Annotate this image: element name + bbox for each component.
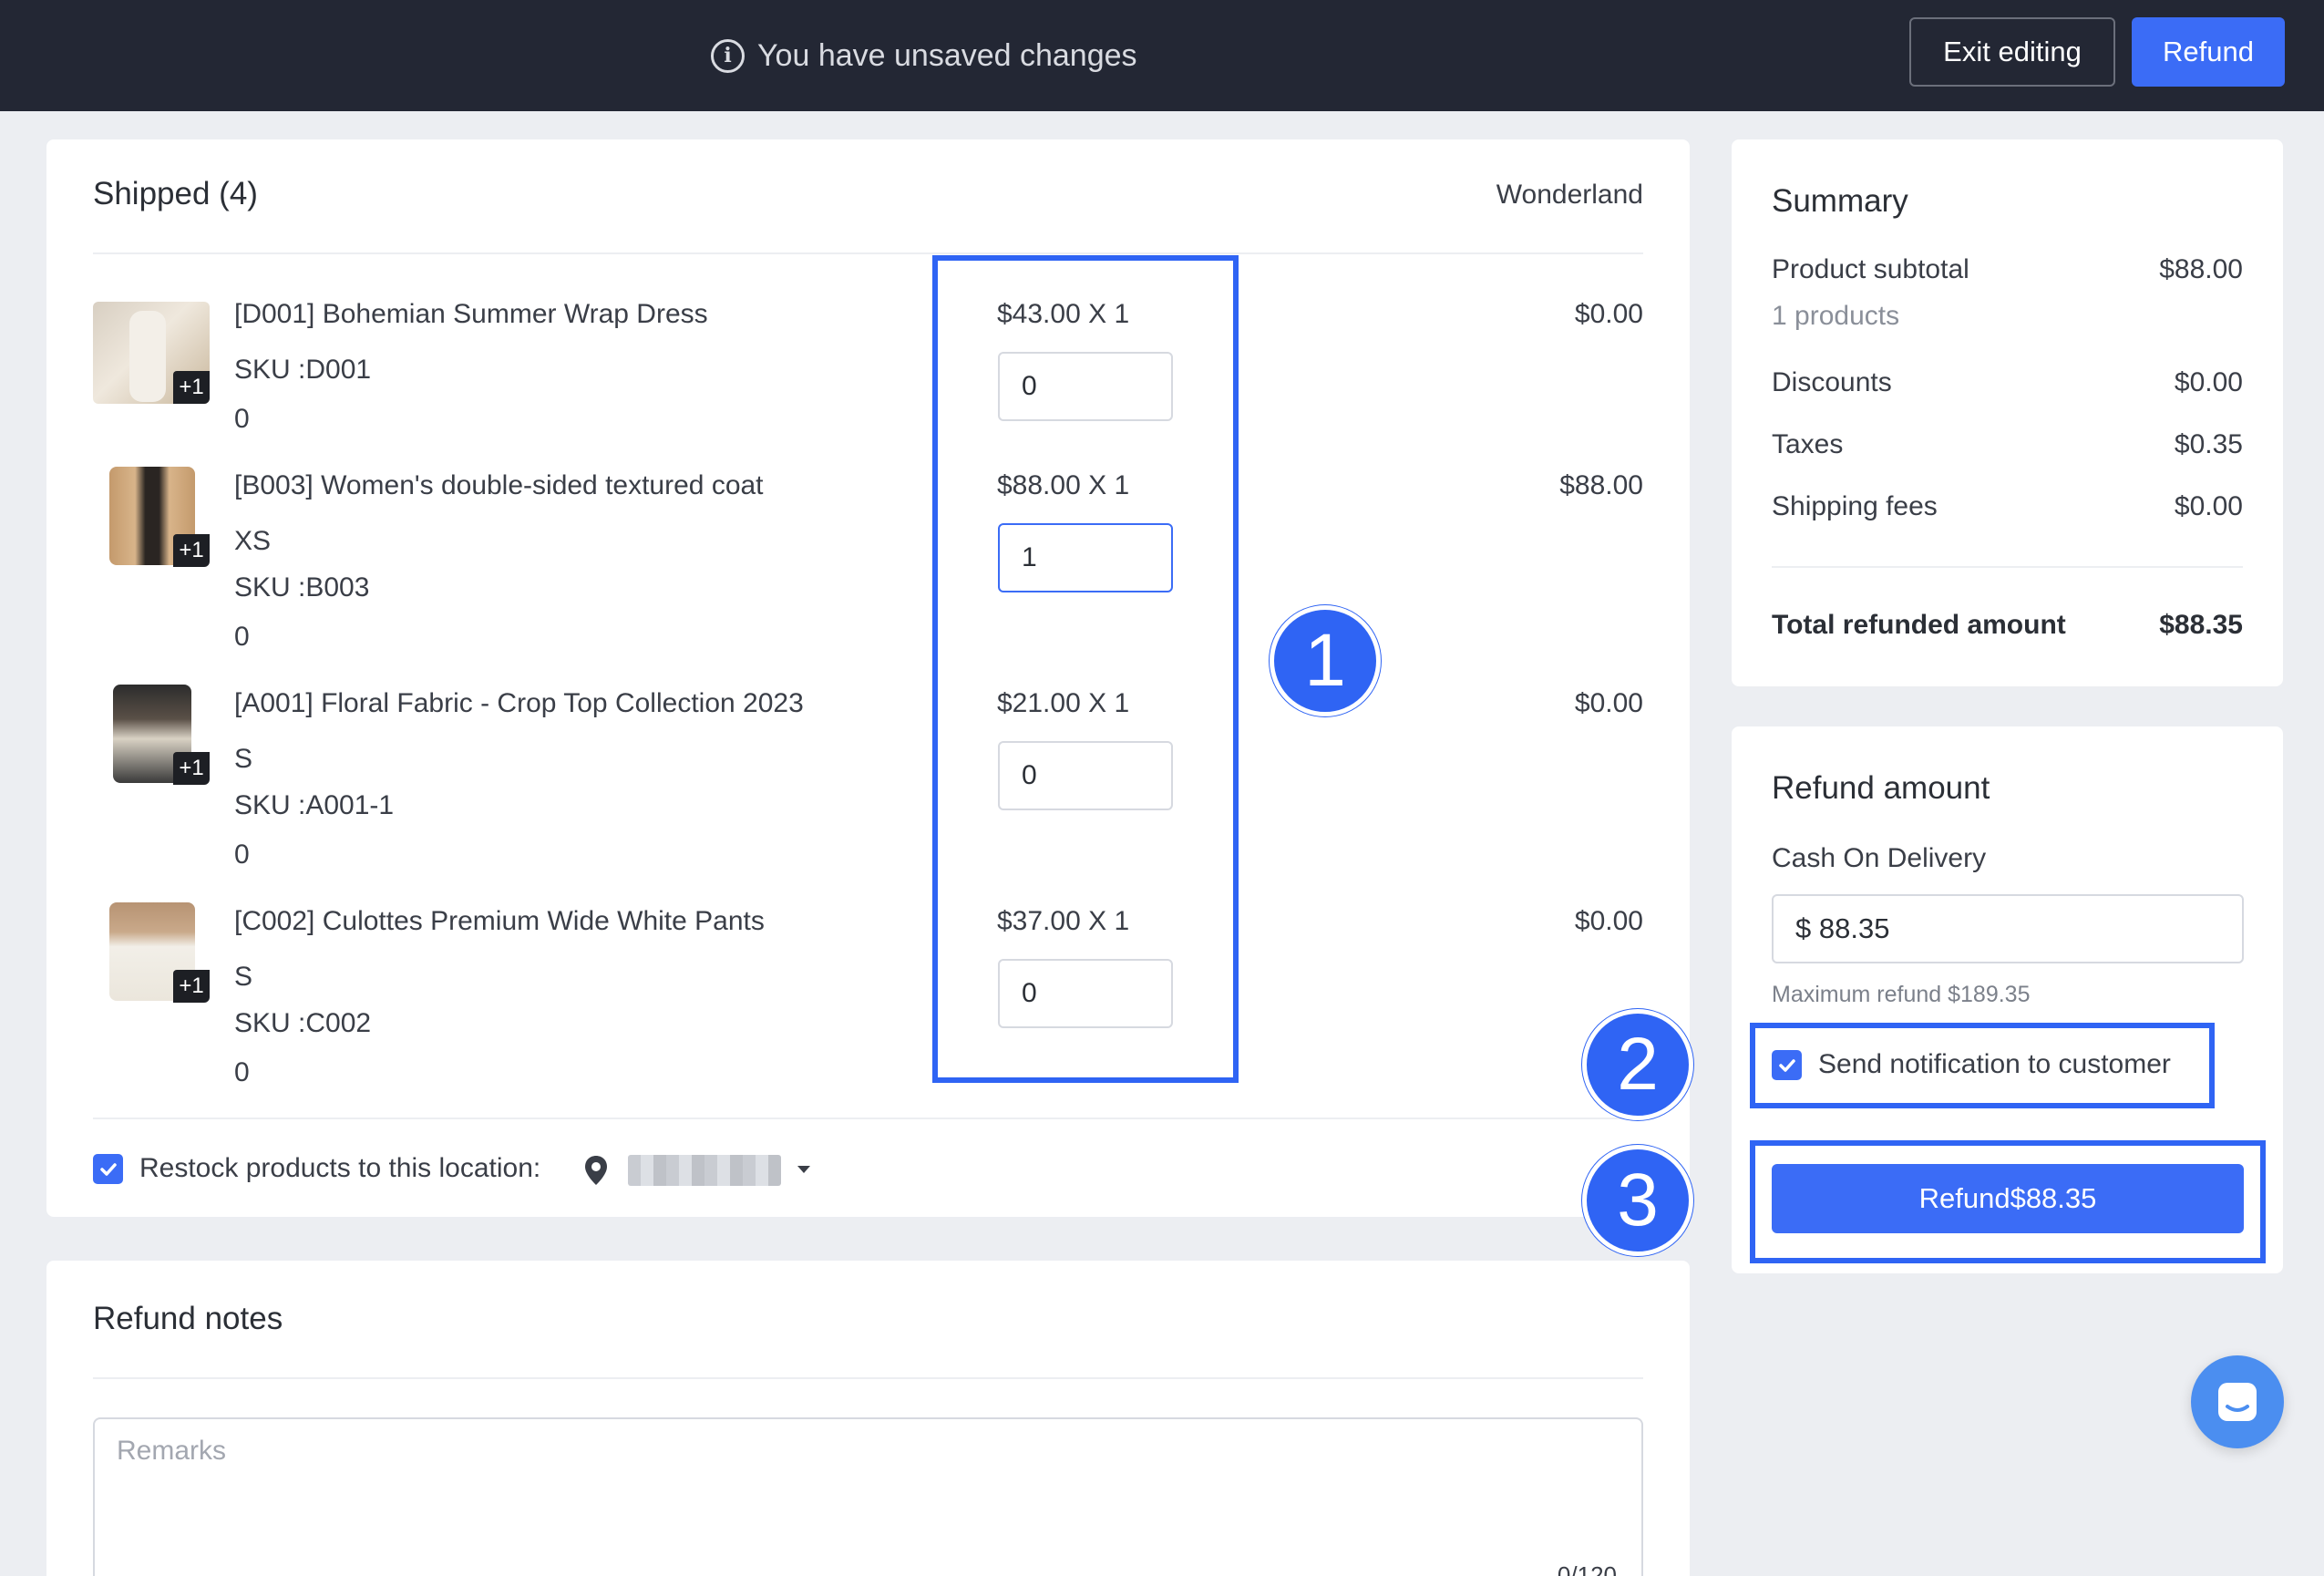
product-sku: SKU :C002 (234, 1008, 372, 1038)
shipped-card: Shipped (4) Wonderland +1 [D001] Bohemia… (46, 139, 1690, 1217)
restock-checkbox[interactable] (93, 1154, 123, 1184)
line-total: $0.00 (1574, 299, 1643, 329)
unsaved-changes-notice: i You have unsaved changes (711, 33, 1137, 78)
annotation-box-quantities (932, 255, 1239, 1083)
taxes-label: Taxes (1772, 429, 1844, 459)
character-counter: 0/120 (1557, 1561, 1617, 1576)
notes-divider (93, 1377, 1643, 1379)
refund-amount-input[interactable] (1772, 894, 2244, 963)
summary-title: Summary (1772, 183, 1908, 219)
product-variant: S (234, 744, 253, 774)
discounts-label: Discounts (1772, 367, 1892, 397)
shipping-fees-value: $0.00 (2174, 491, 2243, 521)
total-refunded-value: $88.35 (2159, 610, 2243, 640)
product-variant: S (234, 962, 253, 992)
refund-amount-title: Refund amount (1772, 770, 1990, 806)
product-stock: 0 (234, 840, 250, 870)
annotation-step-1: 1 (1270, 605, 1381, 716)
annotation-box-refund-button (1750, 1140, 2266, 1263)
restock-divider (93, 1118, 1643, 1119)
product-stock: 0 (234, 404, 250, 434)
product-variant: XS (234, 526, 272, 556)
product-name: [D001] Bohemian Summer Wrap Dress (234, 299, 708, 329)
line-total: $0.00 (1574, 688, 1643, 718)
annotation-box-notify (1750, 1023, 2215, 1108)
unsaved-changes-text: You have unsaved changes (757, 37, 1137, 73)
summary-divider (1772, 566, 2243, 568)
product-subtotal-value: $88.00 (2159, 254, 2243, 284)
fulfillment-location: Wonderland (1496, 180, 1643, 210)
product-sku: SKU :D001 (234, 355, 372, 385)
chevron-down-icon[interactable] (797, 1164, 811, 1175)
maximum-refund-hint: Maximum refund $189.35 (1772, 982, 2031, 1007)
product-subtotal-label: Product subtotal (1772, 254, 1969, 284)
product-stock: 0 (234, 1057, 250, 1087)
annotation-step-2: 2 (1582, 1009, 1693, 1120)
product-thumbnail: +1 (93, 683, 210, 785)
location-select[interactable] (628, 1155, 781, 1186)
location-pin-icon (585, 1156, 607, 1185)
header-divider (93, 252, 1643, 254)
product-name: [A001] Floral Fabric - Crop Top Collecti… (234, 688, 804, 718)
product-thumbnail: +1 (93, 302, 210, 404)
product-thumbnail: +1 (93, 465, 210, 567)
top-bar: i You have unsaved changes Exit editing … (0, 0, 2324, 111)
product-stock: 0 (234, 622, 250, 652)
products-count: 1 products (1772, 301, 1900, 331)
refund-notes-card: Refund notes 0/120 (46, 1261, 1690, 1576)
product-sku: SKU :B003 (234, 572, 370, 603)
check-icon (99, 1162, 117, 1176)
refund-top-button[interactable]: Refund (2132, 17, 2285, 87)
product-name: [C002] Culottes Premium Wide White Pants (234, 906, 765, 936)
line-total: $88.00 (1559, 470, 1643, 500)
discounts-value: $0.00 (2174, 367, 2243, 397)
info-icon: i (711, 38, 745, 73)
annotation-step-3: 3 (1582, 1145, 1693, 1256)
more-images-badge: +1 (173, 970, 210, 1003)
shipping-fees-label: Shipping fees (1772, 491, 1938, 521)
taxes-value: $0.35 (2174, 429, 2243, 459)
restock-label: Restock products to this location: (139, 1153, 541, 1183)
remarks-textarea[interactable] (93, 1417, 1643, 1576)
refund-method: Cash On Delivery (1772, 843, 1987, 873)
product-sku: SKU :A001-1 (234, 790, 395, 820)
chat-support-button[interactable] (2191, 1355, 2284, 1448)
refund-notes-title: Refund notes (93, 1301, 283, 1336)
exit-editing-button[interactable]: Exit editing (1909, 17, 2115, 87)
line-total: $0.00 (1574, 906, 1643, 936)
total-refunded-label: Total refunded amount (1772, 610, 2066, 640)
product-name: [B003] Women's double-sided textured coa… (234, 470, 764, 500)
more-images-badge: +1 (173, 752, 210, 785)
summary-card: Summary Product subtotal $88.00 1 produc… (1732, 139, 2283, 686)
shipped-title: Shipped (4) (93, 176, 258, 211)
product-thumbnail: +1 (93, 901, 210, 1003)
more-images-badge: +1 (173, 534, 210, 567)
more-images-badge: +1 (173, 371, 210, 404)
chat-icon (2218, 1383, 2257, 1421)
